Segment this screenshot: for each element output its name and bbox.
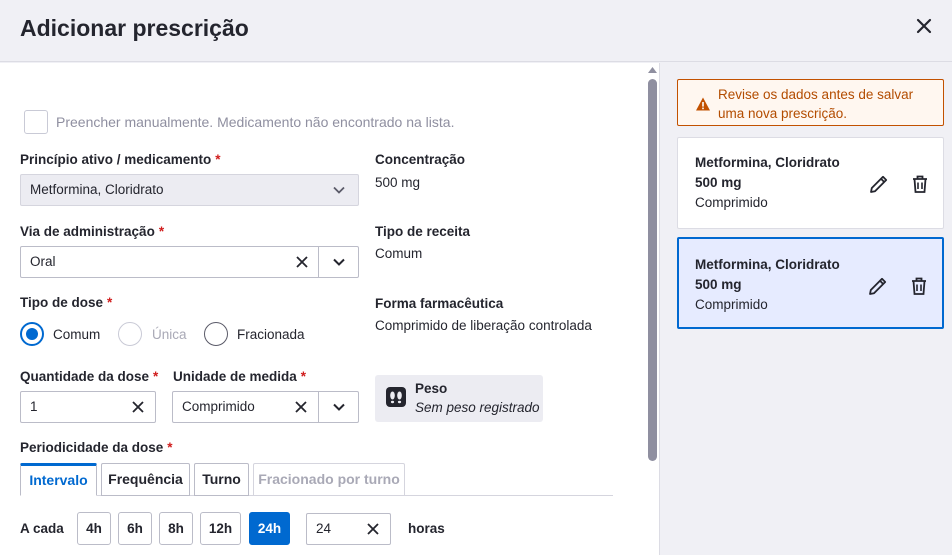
- via-value: Oral: [30, 254, 56, 269]
- modal-header: Adicionar prescrição: [0, 0, 952, 62]
- pencil-icon[interactable]: [867, 275, 889, 297]
- horas-label: horas: [408, 521, 445, 536]
- forma-label: Forma farmacêutica: [375, 296, 504, 311]
- radio-unica: [118, 322, 142, 346]
- manual-entry-checkbox[interactable]: [24, 110, 48, 134]
- forma-value: Comprimido de liberação controlada: [375, 318, 592, 333]
- quantidade-label: Quantidade da dose *: [20, 369, 159, 384]
- custom-hours-input[interactable]: 24: [306, 513, 391, 545]
- chevron-down-icon[interactable]: [331, 399, 347, 415]
- unidade-select[interactable]: Comprimido: [172, 391, 359, 423]
- modal-title: Adicionar prescrição: [20, 15, 249, 41]
- tab-fracionado-por-turno: Fracionado por turno: [253, 463, 405, 496]
- hour-4h-button[interactable]: 4h: [77, 512, 111, 545]
- peso-subtitle: Sem peso registrado: [415, 400, 540, 415]
- card-medication-name: Metformina, Cloridrato: [695, 155, 840, 170]
- radio-comum[interactable]: [20, 322, 44, 346]
- clear-icon[interactable]: [130, 399, 146, 415]
- card-form: Comprimido: [695, 297, 768, 312]
- hour-12h-button[interactable]: 12h: [200, 512, 241, 545]
- custom-hours-value: 24: [316, 521, 332, 536]
- scale-icon: [386, 387, 406, 407]
- tab-intervalo[interactable]: Intervalo: [20, 463, 97, 496]
- unidade-label: Unidade de medida *: [173, 369, 307, 384]
- tipo-dose-label: Tipo de dose *: [20, 295, 113, 310]
- pencil-icon[interactable]: [868, 173, 890, 195]
- chevron-down-icon: [333, 186, 345, 194]
- warning-alert: Revise os dados antes de salvar uma nova…: [677, 79, 944, 126]
- warning-text: Revise os dados antes de salvar uma nova…: [718, 87, 914, 121]
- medicamento-value: Metformina, Cloridrato: [30, 182, 164, 197]
- radio-fracionada-label: Fracionada: [237, 327, 305, 342]
- hour-8h-button[interactable]: 8h: [159, 512, 193, 545]
- trash-icon[interactable]: [909, 173, 931, 195]
- close-icon[interactable]: [912, 14, 936, 38]
- via-label: Via de administração *: [20, 224, 165, 239]
- peso-info: Peso Sem peso registrado: [375, 375, 543, 422]
- trash-icon[interactable]: [908, 275, 930, 297]
- clear-icon[interactable]: [294, 254, 310, 270]
- prescription-card[interactable]: Metformina, Cloridrato 500 mg Comprimido: [677, 137, 944, 229]
- clear-icon[interactable]: [293, 399, 309, 415]
- medicamento-select[interactable]: Metformina, Cloridrato: [20, 174, 359, 206]
- hour-6h-button[interactable]: 6h: [118, 512, 152, 545]
- quantidade-input[interactable]: 1: [20, 391, 156, 423]
- medicamento-label: Princípio ativo / medicamento *: [20, 152, 221, 167]
- unidade-value: Comprimido: [182, 399, 255, 414]
- via-select[interactable]: Oral: [20, 246, 359, 278]
- radio-fracionada[interactable]: [204, 322, 228, 346]
- concentracao-value: 500 mg: [375, 175, 421, 190]
- card-concentration: 500 mg: [695, 277, 742, 292]
- chevron-down-icon[interactable]: [331, 254, 347, 270]
- radio-comum-label: Comum: [53, 327, 101, 342]
- card-concentration: 500 mg: [695, 175, 742, 190]
- prescription-list-panel: Revise os dados antes de salvar uma nova…: [661, 63, 952, 555]
- prescription-form: Preencher manualmente. Medicamento não e…: [0, 63, 660, 555]
- clear-icon[interactable]: [365, 521, 381, 537]
- tipo-receita-label: Tipo de receita: [375, 224, 471, 239]
- peso-title: Peso: [415, 381, 448, 396]
- tipo-receita-value: Comum: [375, 246, 423, 261]
- scroll-up-arrow-icon[interactable]: [648, 66, 657, 74]
- radio-unica-label: Única: [152, 327, 187, 342]
- prescription-card-selected[interactable]: Metformina, Cloridrato 500 mg Comprimido: [677, 237, 944, 329]
- warning-icon: [696, 97, 710, 111]
- hour-24h-button[interactable]: 24h: [249, 512, 290, 545]
- quantidade-value: 1: [30, 399, 38, 414]
- periodicidade-label: Periodicidade da dose *: [20, 440, 173, 455]
- concentracao-label: Concentração: [375, 152, 466, 167]
- scrollbar-thumb[interactable]: [648, 79, 657, 461]
- a-cada-label: A cada: [20, 521, 64, 536]
- manual-entry-label: Preencher manualmente. Medicamento não e…: [56, 114, 455, 130]
- tab-frequencia[interactable]: Frequência: [101, 463, 190, 496]
- card-medication-name: Metformina, Cloridrato: [695, 257, 840, 272]
- card-form: Comprimido: [695, 195, 768, 210]
- tab-turno[interactable]: Turno: [194, 463, 249, 496]
